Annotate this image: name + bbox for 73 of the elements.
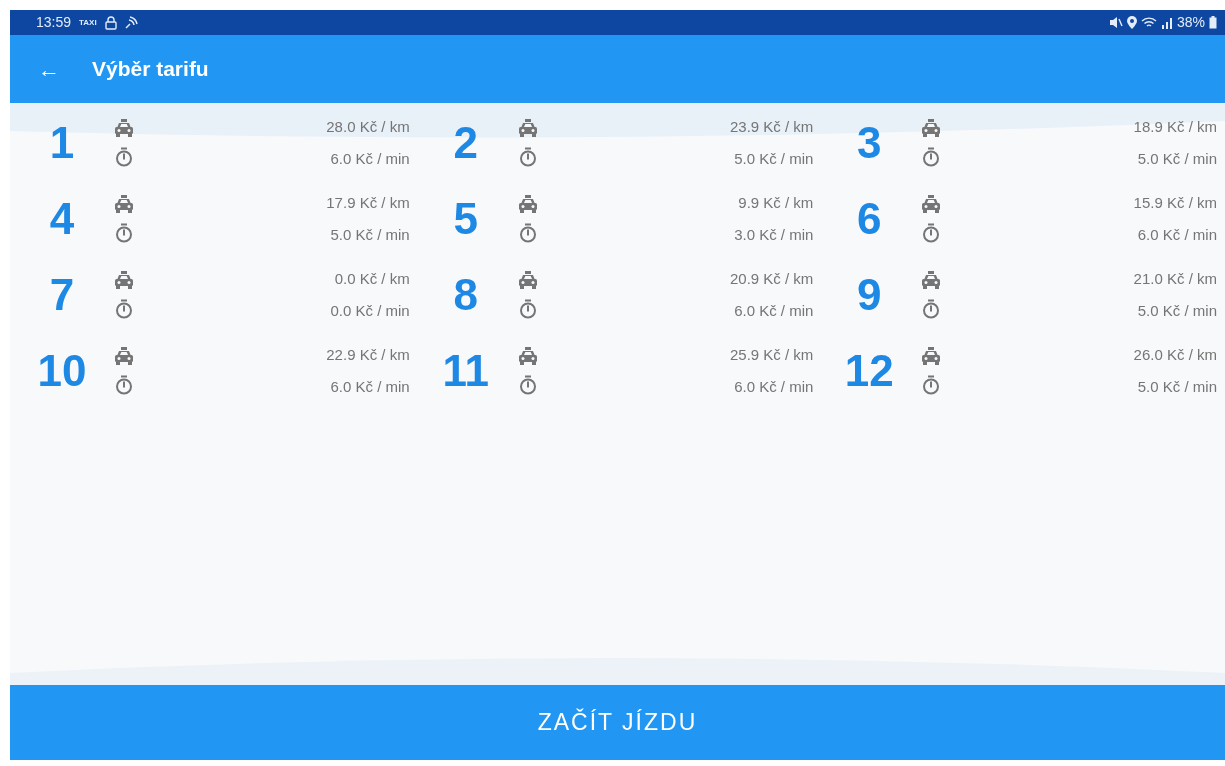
tariff-number[interactable]: 5: [413, 186, 518, 252]
stopwatch-icon: [921, 223, 942, 243]
battery-percent: 38%: [1176, 13, 1205, 32]
tariff-number[interactable]: 6: [817, 186, 922, 252]
price-per-km: 0.0 Kč / km: [334, 269, 410, 289]
tariff-number[interactable]: 4: [10, 186, 114, 252]
stopwatch-icon: [114, 299, 134, 319]
back-button[interactable]: ←: [38, 52, 60, 86]
taxi-icon: [114, 195, 134, 213]
price-per-km: 26.0 Kč / km: [1133, 345, 1217, 365]
price-per-km: 22.9 Kč / km: [326, 345, 410, 365]
status-time: 13:59: [36, 13, 72, 32]
price-per-km: 21.0 Kč / km: [1133, 269, 1217, 289]
tariff-number[interactable]: 11: [413, 338, 518, 404]
taxi-icon: [517, 347, 538, 365]
taxi-label: TAXI: [79, 16, 97, 29]
lock-icon: [104, 15, 117, 30]
stopwatch-icon: [517, 299, 538, 319]
price-per-minute: 6.0 Kč / min: [734, 300, 814, 321]
price-per-minute: 6.0 Kč / min: [330, 148, 410, 169]
taxi-icon: [921, 271, 942, 289]
tariff-number[interactable]: 7: [10, 262, 114, 328]
taxi-icon: [114, 347, 134, 365]
stopwatch-icon: [517, 147, 538, 167]
price-per-km: 28.0 Kč / km: [326, 117, 410, 137]
tariff-number[interactable]: 8: [413, 262, 518, 328]
battery-icon: [1209, 16, 1217, 29]
taxi-icon: [517, 119, 538, 137]
price-per-minute: 5.0 Kč / min: [1137, 300, 1217, 321]
price-per-minute: 5.0 Kč / min: [330, 224, 410, 245]
taxi-icon: [114, 119, 134, 137]
tariff-number[interactable]: 12: [817, 338, 922, 404]
price-per-km: 25.9 Kč / km: [729, 345, 814, 365]
stopwatch-icon: [921, 375, 942, 395]
screen-title: Výběr tarifu: [92, 56, 209, 83]
taxi-icon: [921, 347, 942, 365]
stopwatch-icon: [921, 299, 942, 319]
stopwatch-icon: [114, 147, 134, 167]
price-per-minute: 5.0 Kč / min: [734, 148, 814, 169]
tariff-number[interactable]: 2: [413, 110, 518, 176]
price-per-km: 15.9 Kč / km: [1133, 193, 1217, 213]
tariff-number[interactable]: 10: [10, 338, 114, 404]
price-per-minute: 5.0 Kč / min: [1137, 376, 1217, 397]
mute-icon: [1108, 16, 1123, 29]
taxi-icon: [921, 119, 942, 137]
taxi-icon: [517, 271, 538, 289]
price-per-minute: 0.0 Kč / min: [330, 300, 410, 321]
price-per-minute: 3.0 Kč / min: [734, 224, 814, 245]
stopwatch-icon: [921, 147, 942, 167]
signal-icon: [124, 16, 138, 29]
stopwatch-icon: [517, 223, 538, 243]
stopwatch-icon: [114, 223, 134, 243]
location-icon: [1126, 16, 1137, 29]
wifi-icon: [1140, 16, 1157, 29]
taxi-icon: [114, 271, 134, 289]
tariff-number[interactable]: 1: [10, 110, 114, 176]
taxi-icon: [517, 195, 538, 213]
price-per-km: 18.9 Kč / km: [1133, 117, 1217, 137]
cell-signal-icon: [1160, 16, 1173, 29]
taxi-icon: [921, 195, 942, 213]
tariff-number[interactable]: 3: [817, 110, 922, 176]
price-per-minute: 6.0 Kč / min: [330, 376, 410, 397]
price-per-km: 23.9 Kč / km: [729, 117, 814, 137]
price-per-km: 20.9 Kč / km: [729, 269, 814, 289]
price-per-minute: 5.0 Kč / min: [1137, 148, 1217, 169]
tariff-number[interactable]: 9: [817, 262, 922, 328]
price-per-minute: 6.0 Kč / min: [1137, 224, 1217, 245]
start-ride-button[interactable]: ZAČÍT JÍZDU: [10, 685, 1225, 760]
price-per-km: 17.9 Kč / km: [326, 193, 410, 213]
stopwatch-icon: [114, 375, 134, 395]
stopwatch-icon: [517, 375, 538, 395]
price-per-minute: 6.0 Kč / min: [734, 376, 814, 397]
price-per-km: 9.9 Kč / km: [738, 193, 814, 213]
